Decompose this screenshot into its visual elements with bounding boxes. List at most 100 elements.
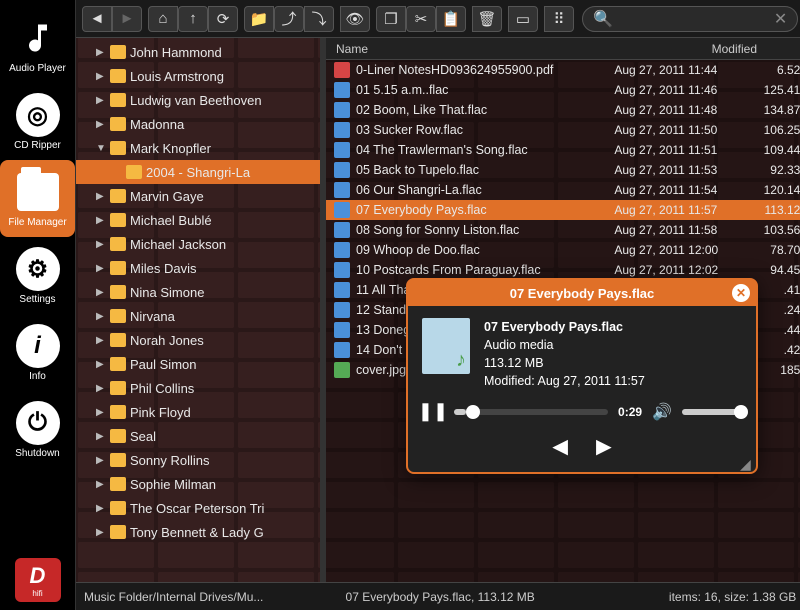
tree-item[interactable]: ▶Seal	[76, 424, 320, 448]
expand-icon[interactable]: ▶	[96, 383, 108, 394]
popup-close-button[interactable]: ✕	[732, 284, 750, 302]
expand-icon[interactable]: ▶	[96, 71, 108, 82]
tree-item[interactable]: ▶Ludwig van Beethoven	[76, 88, 320, 112]
expand-icon[interactable]: ▶	[96, 263, 108, 274]
progress-bar[interactable]	[454, 409, 608, 415]
expand-icon[interactable]: ▶	[96, 407, 108, 418]
file-icon	[334, 102, 350, 118]
grid-view-button[interactable]: ⠿	[544, 6, 574, 32]
column-modified[interactable]: Modified	[664, 42, 800, 56]
popup-header[interactable]: 07 Everybody Pays.flac ✕	[408, 280, 756, 306]
screen-button[interactable]: ▭	[508, 6, 538, 32]
file-row[interactable]: 09 Whoop de Doo.flacAug 27, 2011 12:0078…	[326, 240, 800, 260]
column-name[interactable]: Name	[326, 42, 664, 56]
expand-icon[interactable]: ▶	[96, 479, 108, 490]
up-button[interactable]: ↑	[178, 6, 208, 32]
file-row[interactable]: 04 The Trawlerman's Song.flacAug 27, 201…	[326, 140, 800, 160]
file-modified: Aug 27, 2011 11:54	[614, 183, 744, 197]
expand-icon[interactable]: ▶	[96, 503, 108, 514]
tree-item[interactable]: ▶Phil Collins	[76, 376, 320, 400]
sidebar-item-audio-player[interactable]: Audio Player	[0, 6, 75, 83]
expand-icon[interactable]: ▶	[96, 95, 108, 106]
tree-item[interactable]: ▶Paul Simon	[76, 352, 320, 376]
new-folder-button[interactable]: 📁	[244, 6, 274, 32]
file-row[interactable]: 07 Everybody Pays.flacAug 27, 2011 11:57…	[326, 200, 800, 220]
folder-tree[interactable]: ▶John Hammond▶Louis Armstrong▶Ludwig van…	[76, 38, 320, 582]
pause-button[interactable]: ❚❚	[422, 401, 444, 423]
tree-item[interactable]: ▶Marvin Gaye	[76, 184, 320, 208]
paste-button[interactable]: 📋	[436, 6, 466, 32]
tree-item[interactable]: ▶Madonna	[76, 112, 320, 136]
file-row[interactable]: 06 Our Shangri-La.flacAug 27, 2011 11:54…	[326, 180, 800, 200]
file-icon	[334, 142, 350, 158]
expand-icon[interactable]: ▶	[96, 215, 108, 226]
expand-icon[interactable]: ▶	[96, 527, 108, 538]
tree-item[interactable]: ▼Mark Knopfler	[76, 136, 320, 160]
search-box[interactable]: 🔍 ✕	[582, 6, 798, 32]
back-button[interactable]: ◄	[82, 6, 112, 32]
upload-button[interactable]: ⤴	[274, 6, 304, 32]
refresh-button[interactable]: ⟳	[208, 6, 238, 32]
tree-item[interactable]: ▶Louis Armstrong	[76, 64, 320, 88]
tree-item[interactable]: ▶Michael Jackson	[76, 232, 320, 256]
file-row[interactable]: 08 Song for Sonny Liston.flacAug 27, 201…	[326, 220, 800, 240]
forward-button[interactable]: ►	[112, 6, 142, 32]
file-list-header[interactable]: Name Modified	[326, 38, 800, 60]
sidebar-item-shutdown[interactable]: ⏻Shutdown	[0, 391, 75, 468]
sidebar-item-settings[interactable]: ⚙Settings	[0, 237, 75, 314]
sidebar-item-file-manager[interactable]: File Manager	[0, 160, 75, 237]
expand-icon[interactable]: ▶	[96, 119, 108, 130]
tree-item[interactable]: ▶Tony Bennett & Lady G	[76, 520, 320, 544]
cut-button[interactable]: ✂	[406, 6, 436, 32]
preview-button[interactable]: 👁	[340, 6, 370, 32]
volume-slider[interactable]	[682, 409, 742, 415]
search-input[interactable]	[619, 12, 774, 26]
tree-item[interactable]: ▶The Oscar Peterson Tri	[76, 496, 320, 520]
file-row[interactable]: 05 Back to Tupelo.flacAug 27, 2011 11:53…	[326, 160, 800, 180]
expand-icon[interactable]: ▶	[96, 455, 108, 466]
expand-icon[interactable]: ▶	[96, 47, 108, 58]
expand-icon[interactable]: ▶	[96, 359, 108, 370]
expand-icon[interactable]: ▶	[96, 239, 108, 250]
file-row[interactable]: 03 Sucker Row.flacAug 27, 2011 11:50106.…	[326, 120, 800, 140]
folder-icon	[126, 165, 142, 179]
tree-item[interactable]: ▶John Hammond	[76, 40, 320, 64]
download-button[interactable]: ⤵	[304, 6, 334, 32]
tree-item[interactable]: ▶Sonny Rollins	[76, 448, 320, 472]
expand-icon[interactable]: ▶	[96, 311, 108, 322]
clear-search-icon[interactable]: ✕	[774, 9, 787, 29]
tree-item[interactable]: ▶Nirvana	[76, 304, 320, 328]
expand-icon[interactable]: ▶	[96, 431, 108, 442]
file-icon	[334, 82, 350, 98]
tree-item[interactable]: ▶ Nina Simone	[76, 280, 320, 304]
tree-item[interactable]: ▶Miles Davis	[76, 256, 320, 280]
next-button[interactable]: ►	[591, 431, 617, 462]
copy-button[interactable]: ❐	[376, 6, 406, 32]
expand-icon[interactable]: ▼	[96, 143, 108, 154]
tree-item[interactable]: ▶Norah Jones	[76, 328, 320, 352]
tree-item[interactable]: ▶Sophie Milman	[76, 472, 320, 496]
file-row[interactable]: 0-Liner NotesHD093624955900.pdfAug 27, 2…	[326, 60, 800, 80]
expand-icon[interactable]: ▶	[96, 191, 108, 202]
expand-icon[interactable]: ▶	[96, 335, 108, 346]
sidebar-item-cd-ripper[interactable]: ◎CD Ripper	[0, 83, 75, 160]
home-button[interactable]: ⌂	[148, 6, 178, 32]
tree-item-label: Nina Simone	[130, 285, 204, 300]
resize-handle[interactable]: ◢	[740, 456, 752, 468]
file-modified: Aug 27, 2011 11:58	[614, 223, 744, 237]
tree-item[interactable]: ▶Michael Bublé	[76, 208, 320, 232]
file-icon	[334, 342, 350, 358]
tree-item[interactable]: ▶Pink Floyd	[76, 400, 320, 424]
prev-button[interactable]: ◄	[547, 431, 573, 462]
sidebar-item-info[interactable]: iInfo	[0, 314, 75, 391]
tree-item[interactable]: 2004 - Shangri-La	[76, 160, 320, 184]
sidebar-item-label: Audio Player	[9, 63, 66, 74]
volume-icon[interactable]: 🔊	[652, 402, 672, 422]
file-row[interactable]: 01 5.15 a.m..flacAug 27, 2011 11:46125.4…	[326, 80, 800, 100]
expand-icon[interactable]: ▶	[96, 287, 108, 298]
delete-button[interactable]: 🗑	[472, 6, 502, 32]
file-row[interactable]: 10 Postcards From Paraguay.flacAug 27, 2…	[326, 260, 800, 280]
sidebar-item-label: Settings	[19, 294, 55, 305]
file-row[interactable]: 02 Boom, Like That.flacAug 27, 2011 11:4…	[326, 100, 800, 120]
preview-popup[interactable]: 07 Everybody Pays.flac ✕ 07 Everybody Pa…	[406, 278, 758, 474]
